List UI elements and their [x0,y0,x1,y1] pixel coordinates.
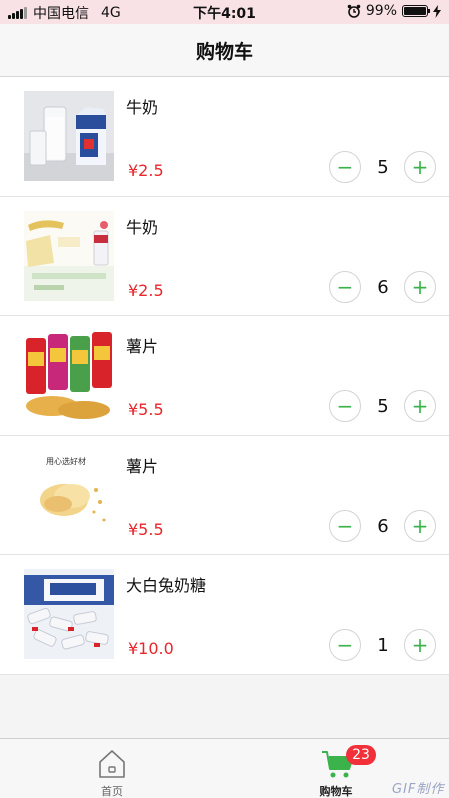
status-right: 99% [347,3,441,19]
battery-icon [402,5,430,17]
product-name: 牛奶 [126,98,159,117]
nav-bar: 购物车 [0,24,449,77]
cart-item: 用心选好材 薯片 ¥5.5 − 6 + [0,436,449,556]
tab-bar: 首页 23 购物车 [0,738,449,798]
battery-percent: 99% [365,3,397,19]
increase-quantity-button[interactable]: + [404,629,436,662]
decrease-quantity-button[interactable]: − [329,151,361,183]
product-price: ¥5.5 [128,400,164,420]
product-thumbnail[interactable] [24,210,114,301]
cart-list: 牛奶 ¥2.5 − 5 + 牛奶 ¥2.5 − 6 + 薯片 ¥5.5 − 5 … [0,77,449,675]
product-name: 大白兔奶糖 [126,576,207,596]
charging-icon [433,4,441,18]
chips-ad-text: 用心选好材 [46,456,86,466]
cart-badge: 23 [346,745,376,765]
alarm-icon [347,4,361,18]
tab-cart[interactable]: 23 购物车 [276,739,396,798]
decrease-quantity-button[interactable]: − [329,270,361,303]
increase-quantity-button[interactable]: + [404,390,436,423]
product-price: ¥2.5 [128,161,164,180]
quantity-value: 5 [377,396,389,418]
cart-item: 牛奶 ¥2.5 − 5 + [0,77,449,197]
watermark: GIF制作 [392,782,445,797]
product-price: ¥2.5 [128,280,164,300]
chips-image-icon: 用心选好材 [24,449,114,540]
candy-image-icon [24,569,114,660]
quantity-value: 1 [377,635,389,657]
product-thumbnail[interactable] [24,330,114,421]
status-bar: 中国电信 4G 下午4:01 99% [0,0,449,24]
milk-ad-image-icon [24,210,114,301]
product-name: 薯片 [126,456,159,476]
quantity-value: 6 [377,276,389,298]
decrease-quantity-button[interactable]: − [329,629,361,662]
product-price: ¥5.5 [128,519,164,539]
cart-item: 大白兔奶糖 ¥10.0 − 1 + [0,555,449,675]
tab-home-label: 首页 [101,785,123,798]
tab-cart-label: 购物车 [319,785,353,798]
milk-image-icon [24,91,114,181]
product-name: 牛奶 [126,217,159,237]
product-thumbnail[interactable] [24,569,114,660]
increase-quantity-button[interactable]: + [404,151,436,183]
increase-quantity-button[interactable]: + [404,509,436,542]
product-price: ¥10.0 [128,639,174,659]
increase-quantity-button[interactable]: + [404,270,436,303]
decrease-quantity-button[interactable]: − [329,509,361,542]
product-thumbnail[interactable]: 用心选好材 [24,449,114,540]
chips-cans-image-icon [24,330,114,421]
tab-home[interactable]: 首页 [52,739,172,798]
cart-item: 牛奶 ¥2.5 − 6 + [0,197,449,317]
product-thumbnail[interactable] [24,91,114,181]
decrease-quantity-button[interactable]: − [329,390,361,423]
home-icon [99,750,125,778]
quantity-value: 6 [377,515,389,537]
cart-item: 薯片 ¥5.5 − 5 + [0,316,449,436]
quantity-value: 5 [377,157,389,178]
page-title: 购物车 [195,40,253,63]
product-name: 薯片 [126,337,159,357]
